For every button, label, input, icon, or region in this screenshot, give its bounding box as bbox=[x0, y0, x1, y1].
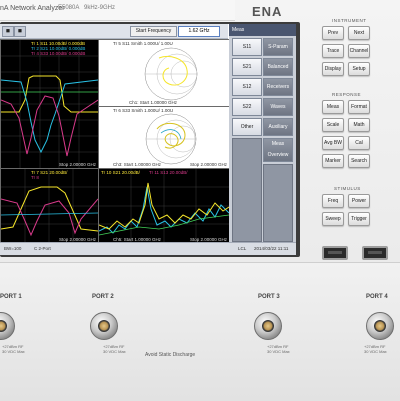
trace-plot-4 bbox=[1, 169, 98, 243]
softkey-empty-column bbox=[232, 138, 262, 242]
softkey-balanced[interactable]: Balanced bbox=[263, 58, 293, 76]
port-4-label: PORT 4 bbox=[366, 294, 388, 300]
trace-window-smith-1[interactable]: Tr 5 S11 Smith 1.000U/ 1.00U Ch1: Start … bbox=[98, 39, 230, 107]
frequency-range: 9kHz-9GHz bbox=[84, 5, 116, 11]
port-3-warning: +27dBm RF 30 VDC Max bbox=[267, 344, 290, 354]
trace-window-4[interactable]: Tr 7 S21 20.00dB/ Tr 8 Stop 2.00000 GHz bbox=[0, 168, 99, 244]
softkey-s22[interactable]: S22 bbox=[232, 98, 262, 116]
freq-key[interactable]: Freq bbox=[322, 194, 344, 208]
softkey-s-param[interactable]: S-Param bbox=[263, 38, 293, 56]
usb-port-2[interactable] bbox=[362, 246, 388, 260]
port-panel bbox=[0, 262, 400, 401]
trace-plot-5 bbox=[99, 169, 229, 243]
model-number: E5080A bbox=[58, 5, 80, 11]
smith-1-footer: Ch1: Start 1.00000 GHz bbox=[129, 100, 178, 105]
smith-2-stop: Stop 2.00000 GHz bbox=[189, 162, 227, 167]
softkey-s21[interactable]: S21 bbox=[232, 58, 262, 76]
brand-strip: nA Network Analyzer E5080A 9kHz-9GHz bbox=[0, 0, 235, 21]
power-key[interactable]: Power bbox=[348, 194, 370, 208]
port-4-warning-vdc: 30 VDC Max bbox=[364, 349, 387, 354]
usb-port-1[interactable] bbox=[322, 246, 348, 260]
status-bw: BW=100 bbox=[4, 246, 22, 251]
trace-plot-1 bbox=[1, 40, 98, 168]
smith-1-header: Tr 5 S11 Smith 1.000U/ 1.00U bbox=[113, 41, 173, 46]
port-3-connector[interactable] bbox=[254, 312, 282, 340]
scale-key[interactable]: Scale bbox=[322, 118, 344, 132]
ena-logo: ENA bbox=[252, 4, 283, 19]
smith-2-header: Tr 6 S33 Smith 1.000U/ 1.00U bbox=[113, 108, 174, 113]
softkey-menu: Meas S11 S21 S12 S22 Other S-Param Balan… bbox=[229, 24, 296, 254]
next-key[interactable]: Next bbox=[348, 26, 370, 40]
toolbar-button-1[interactable]: ◼ bbox=[2, 26, 14, 37]
softkey-other[interactable]: Other bbox=[232, 118, 262, 136]
start-frequency-label: Start Frequency bbox=[130, 26, 177, 37]
softkey-s11[interactable]: S11 bbox=[232, 38, 262, 56]
port-2-warning: +27dBm RF 30 VDC Max bbox=[103, 344, 126, 354]
channel-key[interactable]: Channel bbox=[348, 44, 370, 58]
status-lcl: LCL bbox=[238, 246, 247, 251]
instrument-front-panel: nA Network Analyzer E5080A 9kHz-9GHz ENA… bbox=[0, 0, 400, 401]
softkey-waves[interactable]: Waves bbox=[263, 98, 293, 116]
port-1-label: PORT 1 bbox=[0, 294, 22, 300]
start-frequency-input[interactable]: 1.62 GHz bbox=[178, 26, 220, 37]
status-cal: C 2-Port bbox=[34, 246, 51, 251]
display-key[interactable]: Display bbox=[322, 62, 344, 76]
smith-chart-2 bbox=[145, 113, 197, 165]
port-2-connector[interactable] bbox=[90, 312, 118, 340]
brand-name: nA Network Analyzer bbox=[0, 5, 65, 12]
softkey-menu-title: Meas bbox=[229, 24, 296, 36]
trace-window-1[interactable]: Tr 1 S11 10.00dB/ 0.000dB Tr 2 S21 10.00… bbox=[0, 39, 99, 169]
trace-window-5-header-1: Tr 10 S21 20.00dB/ bbox=[101, 170, 140, 175]
port-2-warning-vdc: 30 VDC Max bbox=[103, 349, 126, 354]
port-4-warning: +27dBm RF 30 VDC Max bbox=[364, 344, 387, 354]
setup-key[interactable]: Setup bbox=[348, 62, 370, 76]
port-3-label: PORT 3 bbox=[258, 294, 280, 300]
trace-window-1-header-3: Tr 4 S33 10.00dB/ 0.000dB bbox=[31, 51, 86, 56]
softkey-auxiliary[interactable]: Auxiliary bbox=[263, 118, 293, 136]
avg-bw-key[interactable]: Avg BW bbox=[322, 136, 344, 150]
trigger-key[interactable]: Trigger bbox=[348, 212, 370, 226]
port-1-warning-vdc: 30 VDC Max bbox=[2, 349, 25, 354]
analyzer-screen: ◼ ◼ Start Frequency 1.62 GHz Tr 1 S11 10… bbox=[0, 24, 296, 255]
trace-key[interactable]: Trace bbox=[322, 44, 344, 58]
response-section-title: RESPONSE bbox=[332, 92, 362, 97]
status-datetime: 2014/03/22 11:11 bbox=[254, 246, 289, 251]
softkey-meas-overview[interactable]: Meas Overview bbox=[263, 138, 293, 162]
instrument-section-title: INSTRUMENT bbox=[332, 18, 367, 23]
trace-window-smith-2[interactable]: Tr 6 S33 Smith 1.000U/ 1.00U Ch3: Start … bbox=[98, 106, 230, 169]
trace-window-1-stop: Stop 2.00000 GHz bbox=[58, 162, 96, 167]
prev-key[interactable]: Prev bbox=[322, 26, 344, 40]
softkey-empty-column-right bbox=[263, 164, 293, 242]
math-key[interactable]: Math bbox=[348, 118, 370, 132]
search-key[interactable]: Search bbox=[348, 154, 370, 168]
port-4-connector[interactable] bbox=[366, 312, 394, 340]
cal-key[interactable]: Cal bbox=[348, 136, 370, 150]
stimulus-section-title: STIMULUS bbox=[334, 186, 361, 191]
esd-warning: Avoid Static Discharge bbox=[145, 352, 196, 358]
toolbar-button-2[interactable]: ◼ bbox=[14, 26, 26, 37]
softkey-s12[interactable]: S12 bbox=[232, 78, 262, 96]
meas-key[interactable]: Meas bbox=[322, 100, 344, 114]
toolbar: ◼ ◼ Start Frequency 1.62 GHz bbox=[0, 24, 228, 39]
marker-key[interactable]: Marker bbox=[322, 154, 344, 168]
format-key[interactable]: Format bbox=[348, 100, 370, 114]
port-2-label: PORT 2 bbox=[92, 294, 114, 300]
trace-window-5-header-2: Tr 11 S13 20.00dB/ bbox=[149, 170, 188, 175]
smith-chart-1 bbox=[144, 47, 198, 101]
port-3-warning-vdc: 30 VDC Max bbox=[267, 349, 290, 354]
smith-2-footer: Ch3: Start 1.00000 GHz bbox=[113, 162, 162, 167]
status-bar: BW=100 C 2-Port LCL 2014/03/22 11:11 bbox=[0, 242, 296, 255]
trace-window-4-header-2: Tr 8 bbox=[31, 175, 39, 180]
sweep-key[interactable]: Sweep bbox=[322, 212, 344, 226]
softkey-receivers[interactable]: Receivers bbox=[263, 78, 293, 96]
port-1-warning: +27dBm RF 30 VDC Max bbox=[2, 344, 25, 354]
trace-window-5[interactable]: Tr 10 S21 20.00dB/ Tr 11 S13 20.00dB/ Ch… bbox=[98, 168, 230, 244]
